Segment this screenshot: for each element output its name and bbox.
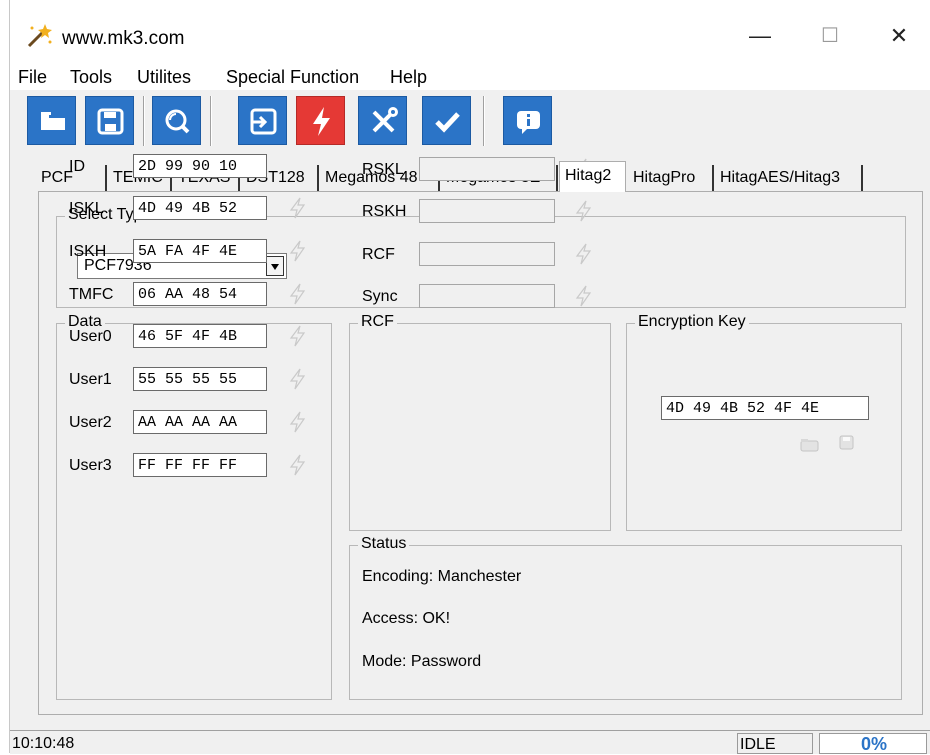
menu-utilites[interactable]: Utilites bbox=[137, 67, 191, 88]
check-icon bbox=[435, 112, 460, 133]
save-icon[interactable] bbox=[839, 435, 855, 451]
window-title: www.mk3.com bbox=[62, 28, 185, 49]
rcf-label-rcf: RCF bbox=[362, 246, 395, 263]
data-field-iskl[interactable]: 4D 49 4B 52 bbox=[133, 196, 267, 220]
title-bar: www.mk3.com — ☐ ✕ bbox=[10, 0, 930, 64]
write-bolt-icon[interactable] bbox=[573, 284, 595, 308]
info-button[interactable] bbox=[503, 96, 552, 145]
rcf-field-rskl[interactable] bbox=[419, 157, 555, 181]
encryption-key-field[interactable]: 4D 49 4B 52 4F 4E bbox=[661, 396, 869, 420]
search-button[interactable] bbox=[152, 96, 201, 145]
data-field-tmfc[interactable]: 06 AA 48 54 bbox=[133, 282, 267, 306]
folder-icon bbox=[41, 112, 65, 130]
data-label-id: ID bbox=[69, 158, 85, 175]
data-field-user0[interactable]: 46 5F 4F 4B bbox=[133, 324, 267, 348]
data-field-id[interactable]: 2D 99 90 10 bbox=[133, 154, 267, 178]
data-label-tmfc: TMFC bbox=[69, 286, 114, 303]
data-label-user3: User3 bbox=[69, 457, 112, 474]
verify-button[interactable] bbox=[422, 96, 471, 145]
maximize-button[interactable]: ☐ bbox=[808, 18, 852, 54]
bolt-icon bbox=[313, 107, 330, 136]
status-mode: Mode: Password bbox=[362, 653, 482, 670]
group-title: Encryption Key bbox=[635, 313, 749, 331]
toolbar-separator bbox=[143, 96, 145, 146]
folder-icon[interactable] bbox=[800, 437, 820, 453]
menu-tools[interactable]: Tools bbox=[70, 67, 112, 88]
tab-hitagaes-hitag3[interactable]: HitagAES/Hitag3 bbox=[715, 165, 863, 191]
rcf-field-rcf[interactable] bbox=[419, 242, 555, 266]
status-access: Access: OK! bbox=[362, 610, 451, 627]
search-icon bbox=[165, 109, 190, 134]
write-bolt-icon[interactable] bbox=[287, 239, 309, 263]
rcf-label-sync: Sync bbox=[362, 288, 398, 305]
toolbar bbox=[10, 92, 930, 154]
data-label-iskl: ISKL bbox=[69, 200, 104, 217]
menu-help[interactable]: Help bbox=[390, 67, 427, 88]
encryption-key-group: Encryption Key 4D 49 4B 52 4F 4E bbox=[626, 313, 902, 531]
minimize-button[interactable]: — bbox=[738, 18, 782, 54]
status-time: 10:10:48 bbox=[12, 735, 75, 752]
write-bolt-icon[interactable] bbox=[287, 410, 309, 434]
write-bolt-icon[interactable] bbox=[287, 196, 309, 220]
write-bolt-icon[interactable] bbox=[287, 282, 309, 306]
status-bar: 10:10:48 IDLE 0% bbox=[10, 730, 930, 754]
write-bolt-icon[interactable] bbox=[287, 367, 309, 391]
write-bolt-icon[interactable] bbox=[287, 324, 309, 348]
chevron-down-icon[interactable] bbox=[266, 256, 284, 276]
tab-hitagpro[interactable]: HitagPro bbox=[628, 165, 714, 191]
read-button[interactable] bbox=[238, 96, 287, 145]
status-progress: 0% bbox=[819, 733, 927, 754]
rcf-group: RCF bbox=[349, 313, 611, 531]
hitag2-panel: Select Type TP PCF7936 Data RCF Encrypti… bbox=[38, 154, 923, 715]
write-button[interactable] bbox=[296, 96, 345, 145]
data-label-iskh: ISKH bbox=[69, 243, 107, 260]
data-field-user3[interactable]: FF FF FF FF bbox=[133, 453, 267, 477]
tab-hitag2[interactable]: Hitag2 bbox=[559, 161, 626, 192]
tools-icon bbox=[372, 107, 398, 133]
status-state: IDLE bbox=[737, 733, 813, 754]
open-file-button[interactable] bbox=[27, 96, 76, 145]
group-title: Status bbox=[358, 535, 410, 553]
rcf-label-rskh: RSKH bbox=[362, 203, 407, 220]
save-file-button[interactable] bbox=[85, 96, 134, 145]
app-window: www.mk3.com — ☐ ✕ File Tools Utilites Sp… bbox=[9, 0, 930, 754]
rcf-label-rskl: RSKL bbox=[362, 161, 404, 178]
data-label-user0: User0 bbox=[69, 328, 112, 345]
toolbar-separator bbox=[210, 96, 212, 146]
toolbar-separator bbox=[483, 96, 485, 146]
data-field-user2[interactable]: AA AA AA AA bbox=[133, 410, 267, 434]
group-title: RCF bbox=[358, 313, 397, 331]
info-icon bbox=[517, 111, 540, 134]
data-label-user2: User2 bbox=[69, 414, 112, 431]
read-icon bbox=[250, 108, 277, 135]
menu-file[interactable]: File bbox=[18, 67, 47, 88]
data-field-iskh[interactable]: 5A FA 4F 4E bbox=[133, 239, 267, 263]
rcf-field-sync[interactable] bbox=[419, 284, 555, 308]
close-button[interactable]: ✕ bbox=[877, 18, 921, 54]
data-field-user1[interactable]: 55 55 55 55 bbox=[133, 367, 267, 391]
wand-icon bbox=[27, 24, 52, 48]
status-encoding: Encoding: Manchester bbox=[362, 568, 522, 585]
save-icon bbox=[97, 108, 124, 135]
write-bolt-icon[interactable] bbox=[573, 242, 595, 266]
status-group: Status Encoding: Manchester Access: OK! … bbox=[349, 535, 902, 700]
write-bolt-icon[interactable] bbox=[287, 453, 309, 477]
tools-button[interactable] bbox=[358, 96, 407, 145]
write-bolt-icon[interactable] bbox=[573, 199, 595, 223]
data-label-user1: User1 bbox=[69, 371, 112, 388]
menu-bar: File Tools Utilites Special Function Hel… bbox=[10, 64, 930, 90]
menu-special-function[interactable]: Special Function bbox=[226, 67, 359, 88]
rcf-field-rskh[interactable] bbox=[419, 199, 555, 223]
